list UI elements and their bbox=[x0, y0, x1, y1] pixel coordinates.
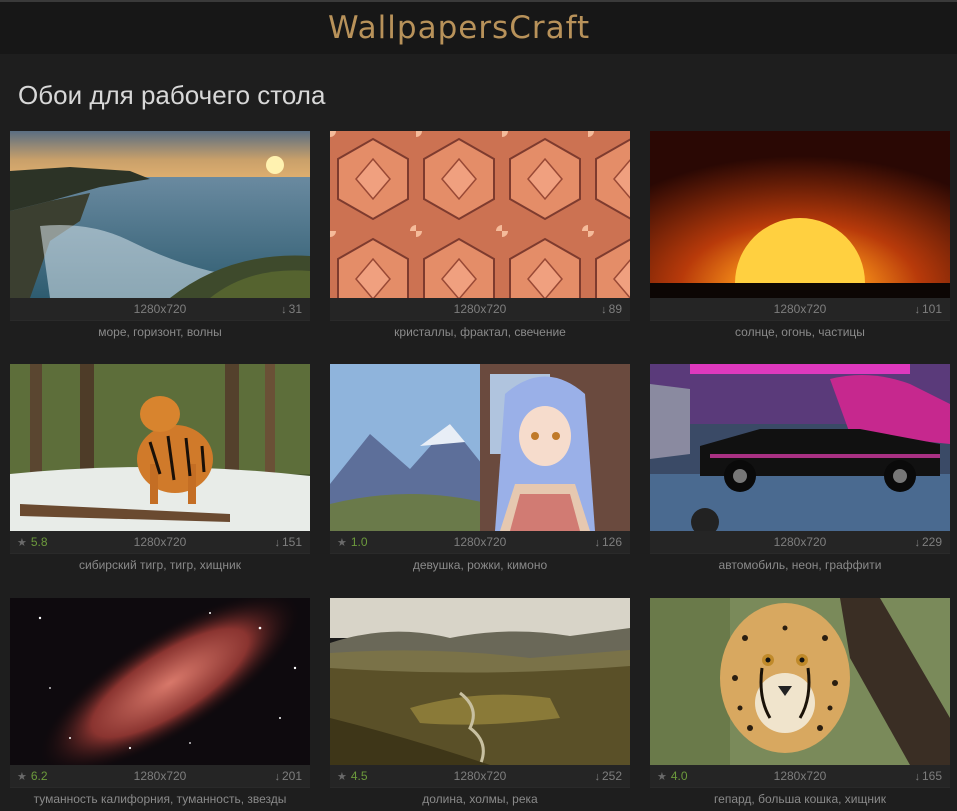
wallpaper-resolution: 1280x720 bbox=[773, 302, 827, 316]
wallpaper-meta: 1280x720 ↓ 31 bbox=[10, 298, 310, 320]
wallpaper-meta: 1280x720 ↓ 101 bbox=[650, 298, 950, 320]
wallpaper-tags[interactable]: море, горизонт, волны bbox=[10, 320, 310, 343]
wallpaper-thumbnail-valley[interactable] bbox=[330, 598, 630, 765]
wallpaper-thumbnail-fire-sun[interactable] bbox=[650, 131, 950, 298]
download-icon: ↓ bbox=[914, 304, 920, 316]
wallpaper-resolution: 1280x720 bbox=[453, 769, 507, 783]
wallpaper-card[interactable]: 1280x720 ↓ 101 солнце, огонь, частицы bbox=[650, 131, 950, 343]
download-icon: ↓ bbox=[594, 537, 600, 549]
download-icon: ↓ bbox=[274, 537, 280, 549]
wallpaper-card[interactable]: ★ 6.2 1280x720 ↓ 201 туманность калифорния… bbox=[10, 598, 310, 810]
download-icon: ↓ bbox=[601, 304, 607, 316]
wallpaper-card[interactable]: ★ 4.5 1280x720 ↓ 252 долина, холмы, река bbox=[330, 598, 630, 810]
wallpaper-downloads: ↓ 31 bbox=[281, 302, 302, 316]
page-title: Обои для рабочего стола bbox=[18, 80, 326, 110]
wallpaper-tags[interactable]: кристаллы, фрактал, свечение bbox=[330, 320, 630, 343]
site-logo[interactable]: WallpapersCraft bbox=[328, 10, 590, 46]
wallpaper-thumbnail-nebula[interactable] bbox=[10, 598, 310, 765]
wallpaper-card[interactable]: 1280x720 ↓ 89 кристаллы, фрактал, свечени… bbox=[330, 131, 630, 343]
wallpaper-card[interactable]: ★ 1.0 1280x720 ↓ 126 девушка, рожки, кимон… bbox=[330, 364, 630, 576]
wallpaper-downloads: ↓ 229 bbox=[914, 535, 942, 549]
wallpaper-meta: ★ 1.0 1280x720 ↓ 126 bbox=[330, 531, 630, 553]
wallpaper-tags[interactable]: гепард, больша кошка, хищник bbox=[650, 787, 950, 810]
wallpaper-meta: ★ 6.2 1280x720 ↓ 201 bbox=[10, 765, 310, 787]
download-icon: ↓ bbox=[914, 771, 920, 783]
wallpaper-thumbnail-tiger[interactable] bbox=[10, 364, 310, 531]
wallpaper-downloads: ↓ 252 bbox=[594, 769, 622, 783]
wallpaper-meta: 1280x720 ↓ 89 bbox=[330, 298, 630, 320]
wallpaper-meta: ★ 4.5 1280x720 ↓ 252 bbox=[330, 765, 630, 787]
wallpaper-resolution: 1280x720 bbox=[773, 769, 827, 783]
wallpaper-resolution: 1280x720 bbox=[453, 535, 507, 549]
wallpaper-thumbnail-crystals[interactable] bbox=[330, 131, 630, 298]
wallpaper-meta: 1280x720 ↓ 229 bbox=[650, 531, 950, 553]
download-icon: ↓ bbox=[594, 771, 600, 783]
download-icon: ↓ bbox=[914, 537, 920, 549]
wallpaper-resolution: 1280x720 bbox=[773, 535, 827, 549]
wallpaper-downloads: ↓ 101 bbox=[914, 302, 942, 316]
wallpaper-resolution: 1280x720 bbox=[453, 302, 507, 316]
wallpaper-downloads: ↓ 201 bbox=[274, 769, 302, 783]
wallpaper-card[interactable]: ★ 5.8 1280x720 ↓ 151 сибирский тигр, тигр,… bbox=[10, 364, 310, 576]
wallpaper-downloads: ↓ 126 bbox=[594, 535, 622, 549]
wallpaper-thumbnail-anime-girl[interactable] bbox=[330, 364, 630, 531]
wallpaper-thumbnail-neon-car[interactable] bbox=[650, 364, 950, 531]
wallpaper-card[interactable]: 1280x720 ↓ 229 автомобиль, неон, граффити bbox=[650, 364, 950, 576]
wallpaper-tags[interactable]: сибирский тигр, тигр, хищник bbox=[10, 553, 310, 576]
wallpaper-card[interactable]: ★ 4.0 1280x720 ↓ 165 гепард, больша кошка,… bbox=[650, 598, 950, 810]
wallpaper-tags[interactable]: автомобиль, неон, граффити bbox=[650, 553, 950, 576]
wallpaper-card[interactable]: 1280x720 ↓ 31 море, горизонт, волны bbox=[10, 131, 310, 343]
wallpaper-resolution: 1280x720 bbox=[133, 302, 187, 316]
wallpaper-resolution: 1280x720 bbox=[133, 769, 187, 783]
wallpaper-thumbnail-cheetah[interactable] bbox=[650, 598, 950, 765]
wallpaper-tags[interactable]: туманность калифорния, туманность, звезд… bbox=[10, 787, 310, 810]
wallpaper-meta: ★ 4.0 1280x720 ↓ 165 bbox=[650, 765, 950, 787]
wallpaper-thumbnail-sea[interactable] bbox=[10, 131, 310, 298]
wallpaper-downloads: ↓ 89 bbox=[601, 302, 622, 316]
site-header: WallpapersCraft bbox=[0, 2, 957, 54]
download-icon: ↓ bbox=[274, 771, 280, 783]
wallpaper-downloads: ↓ 151 bbox=[274, 535, 302, 549]
wallpaper-tags[interactable]: долина, холмы, река bbox=[330, 787, 630, 810]
wallpaper-tags[interactable]: девушка, рожки, кимоно bbox=[330, 553, 630, 576]
wallpaper-downloads: ↓ 165 bbox=[914, 769, 942, 783]
wallpaper-meta: ★ 5.8 1280x720 ↓ 151 bbox=[10, 531, 310, 553]
wallpaper-resolution: 1280x720 bbox=[133, 535, 187, 549]
wallpaper-tags[interactable]: солнце, огонь, частицы bbox=[650, 320, 950, 343]
download-icon: ↓ bbox=[281, 304, 287, 316]
